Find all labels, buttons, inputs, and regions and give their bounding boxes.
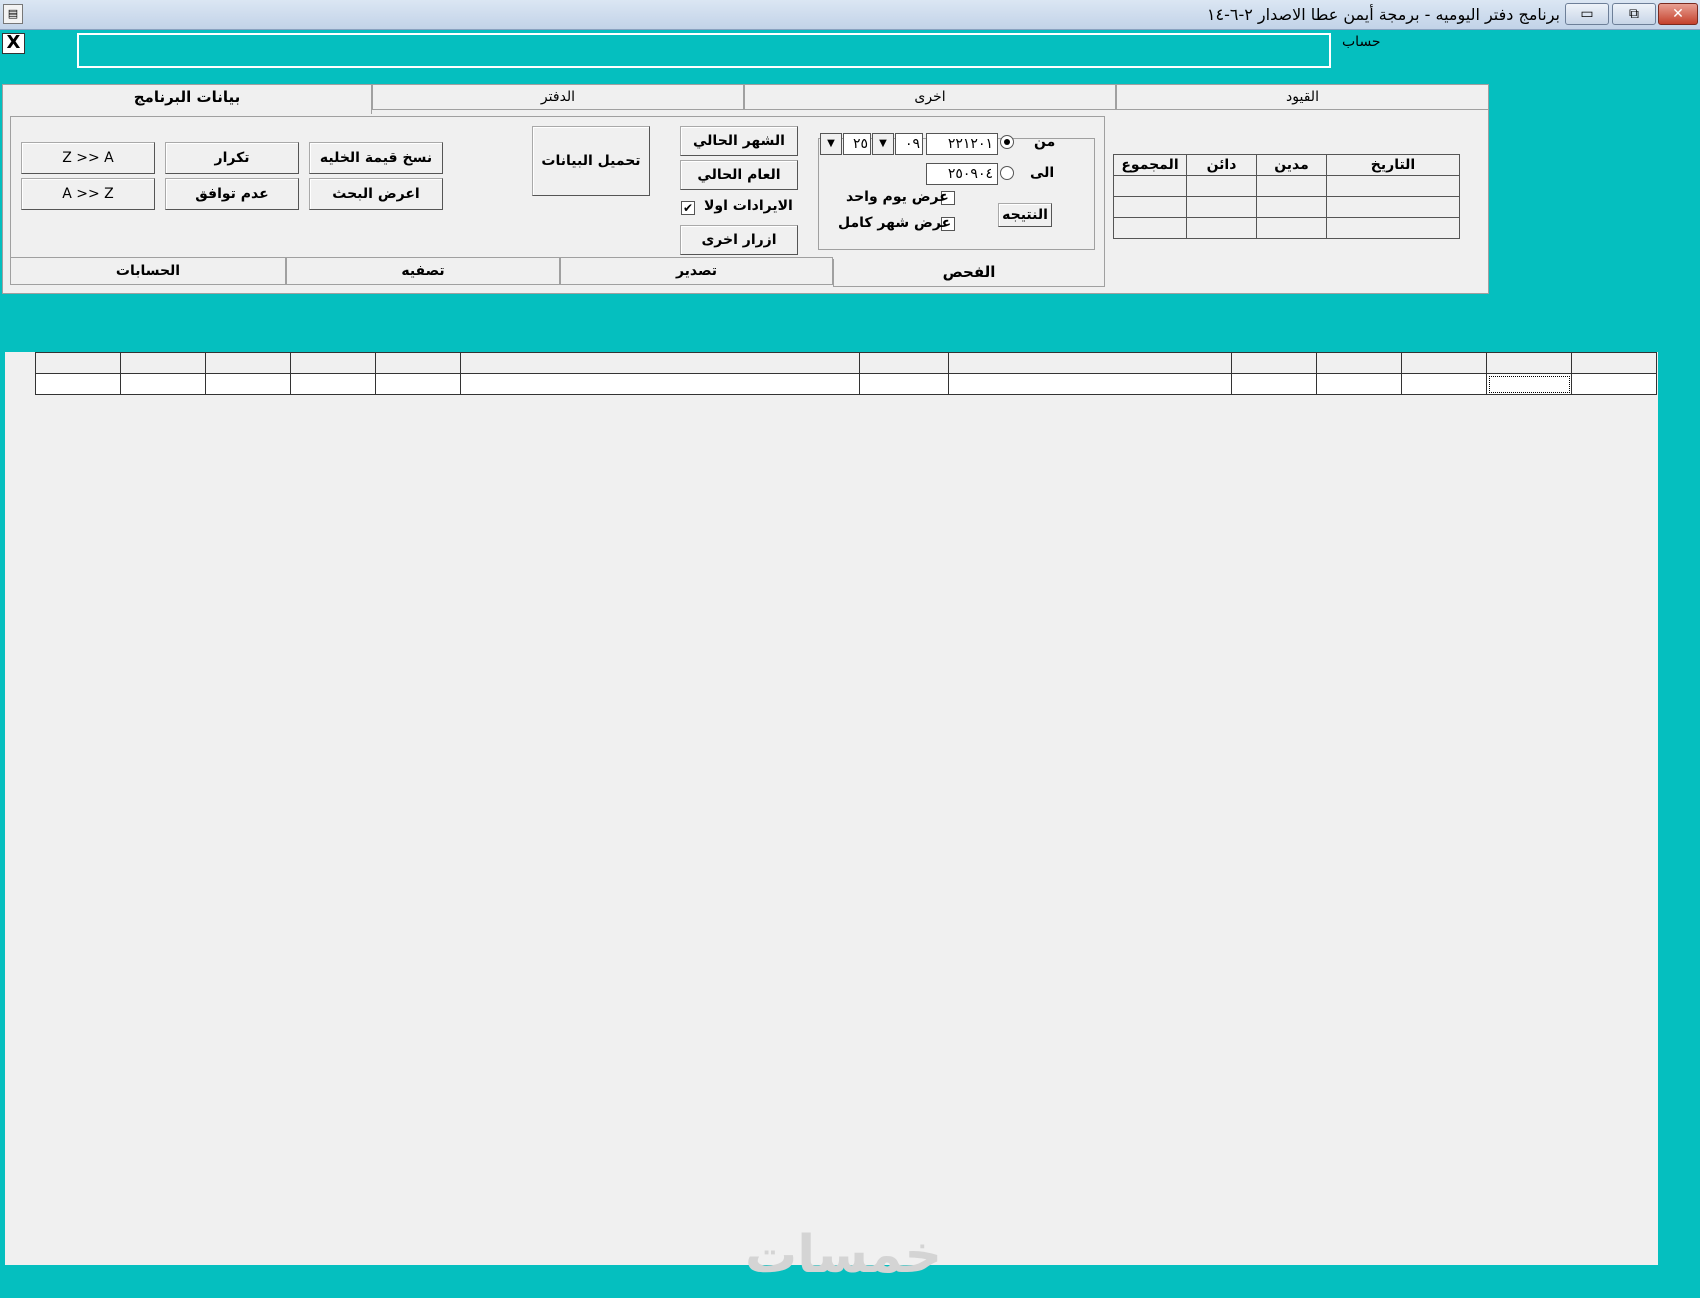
revenue-first-checkbox[interactable]: ✔ <box>681 201 695 215</box>
grid-cell[interactable] <box>1316 373 1402 395</box>
grid-cell[interactable] <box>1486 352 1572 374</box>
sort-a-to-z-button[interactable]: A >> Z <box>21 178 155 210</box>
grid-cell[interactable] <box>35 352 121 374</box>
summary-row <box>1113 196 1460 218</box>
grid-cell[interactable] <box>205 352 291 374</box>
grid-cell[interactable] <box>859 373 949 395</box>
tab-program-data[interactable]: بيانات البرنامج <box>2 84 372 114</box>
minimize-button[interactable]: ▭ <box>1565 3 1609 25</box>
grid-cell[interactable] <box>120 373 206 395</box>
account-label: حساب <box>1342 34 1381 50</box>
summary-row <box>1113 175 1460 197</box>
data-grid <box>35 352 1657 395</box>
grid-header-row <box>35 352 1657 374</box>
month-select[interactable]: ٠٩ <box>895 133 923 155</box>
summary-cell[interactable] <box>1186 175 1257 197</box>
from-radio[interactable] <box>1000 135 1014 149</box>
grid-cell[interactable] <box>290 352 376 374</box>
header-date: التاريخ <box>1326 154 1460 176</box>
to-radio[interactable] <box>1000 166 1014 180</box>
summary-cell[interactable] <box>1326 217 1460 239</box>
grid-cell[interactable] <box>1231 352 1317 374</box>
summary-cell[interactable] <box>1186 196 1257 218</box>
summary-cell[interactable] <box>1326 196 1460 218</box>
summary-cell[interactable] <box>1113 196 1187 218</box>
summary-row <box>1113 217 1460 239</box>
from-date-input[interactable]: ٢٢١٢٠١ <box>926 133 998 155</box>
from-label: من <box>1034 134 1056 150</box>
result-button[interactable]: النتيجه <box>998 203 1052 227</box>
other-buttons-button[interactable]: ازرار اخرى <box>680 225 798 255</box>
grid-cell[interactable] <box>35 373 121 395</box>
summary-cell[interactable] <box>1186 217 1257 239</box>
grid-cell[interactable] <box>375 373 461 395</box>
close-window-button[interactable]: ✕ <box>1658 3 1698 25</box>
full-month-label: عرض شهر كامل <box>838 215 952 231</box>
to-label: الى <box>1030 165 1055 181</box>
grid-cell[interactable] <box>1231 373 1317 395</box>
month-dropdown-arrow-icon[interactable]: ▼ <box>872 133 894 155</box>
grid-cell[interactable] <box>859 352 949 374</box>
close-form-button[interactable]: X <box>2 33 25 54</box>
grid-cell[interactable] <box>460 352 860 374</box>
summary-header-row: التاريخ مدين دائن المجموع <box>1113 154 1460 176</box>
restore-button[interactable]: ⧉ <box>1612 3 1656 25</box>
year-dropdown-arrow-icon[interactable]: ▼ <box>820 133 842 155</box>
summary-table: التاريخ مدين دائن المجموع <box>1113 154 1460 239</box>
to-date-input[interactable]: ٢٥٠٩٠٤ <box>926 163 998 185</box>
grid-cell[interactable] <box>1401 373 1487 395</box>
grid-cell[interactable] <box>948 352 1232 374</box>
current-year-button[interactable]: العام الحالي <box>680 160 798 190</box>
tab-other[interactable]: اخرى <box>744 84 1116 110</box>
year-select[interactable]: ٢٥ <box>843 133 871 155</box>
grid-cell[interactable] <box>460 373 860 395</box>
grid-row <box>35 373 1657 395</box>
sort-z-to-a-button[interactable]: Z >> A <box>21 142 155 174</box>
grid-cell[interactable] <box>1571 373 1657 395</box>
grid-cell[interactable] <box>375 352 461 374</box>
grid-cell[interactable] <box>205 373 291 395</box>
summary-cell[interactable] <box>1256 196 1327 218</box>
summary-cell[interactable] <box>1113 175 1187 197</box>
account-input[interactable] <box>77 33 1331 68</box>
header-total: المجموع <box>1113 154 1187 176</box>
tab-entries[interactable]: القيود <box>1116 84 1489 110</box>
tab-check[interactable]: الفحص <box>833 259 1105 287</box>
current-month-button[interactable]: الشهر الحالي <box>680 126 798 156</box>
mismatch-button[interactable]: عدم توافق <box>165 178 299 210</box>
tab-filter[interactable]: تصفيه <box>286 257 560 285</box>
radio-dot-icon <box>1004 139 1010 145</box>
window-title: برنامج دفتر اليوميه - برمجة أيمن عطا الا… <box>1206 5 1560 24</box>
grid-cell[interactable] <box>120 352 206 374</box>
tab-accounts[interactable]: الحسابات <box>10 257 286 285</box>
copy-cell-value-button[interactable]: نسخ قيمة الخليه <box>309 142 443 174</box>
repeat-button[interactable]: تكرار <box>165 142 299 174</box>
summary-cell[interactable] <box>1326 175 1460 197</box>
summary-box: التاريخ مدين دائن المجموع <box>1113 150 1463 260</box>
header-credit: دائن <box>1186 154 1257 176</box>
header-debit: مدين <box>1256 154 1327 176</box>
data-grid-area <box>5 352 1658 1265</box>
summary-cell[interactable] <box>1256 175 1327 197</box>
show-search-button[interactable]: اعرض البحث <box>309 178 443 210</box>
load-data-button[interactable]: تحميل البيانات <box>532 126 650 196</box>
tab-export[interactable]: تصدير <box>560 257 833 285</box>
grid-cell[interactable] <box>1571 352 1657 374</box>
grid-cell[interactable] <box>948 373 1232 395</box>
grid-cell[interactable] <box>290 373 376 395</box>
grid-cell[interactable] <box>1401 352 1487 374</box>
grid-cell-selected[interactable] <box>1486 373 1572 395</box>
grid-cell[interactable] <box>1316 352 1402 374</box>
app-icon[interactable]: ▤ <box>3 4 23 24</box>
revenue-first-label: الايرادات اولا <box>704 198 793 214</box>
tab-ledger[interactable]: الدفتر <box>372 84 744 110</box>
summary-cell[interactable] <box>1113 217 1187 239</box>
watermark: خمسات <box>745 1225 943 1285</box>
one-day-label: عرض يوم واحد <box>846 189 949 205</box>
summary-cell[interactable] <box>1256 217 1327 239</box>
